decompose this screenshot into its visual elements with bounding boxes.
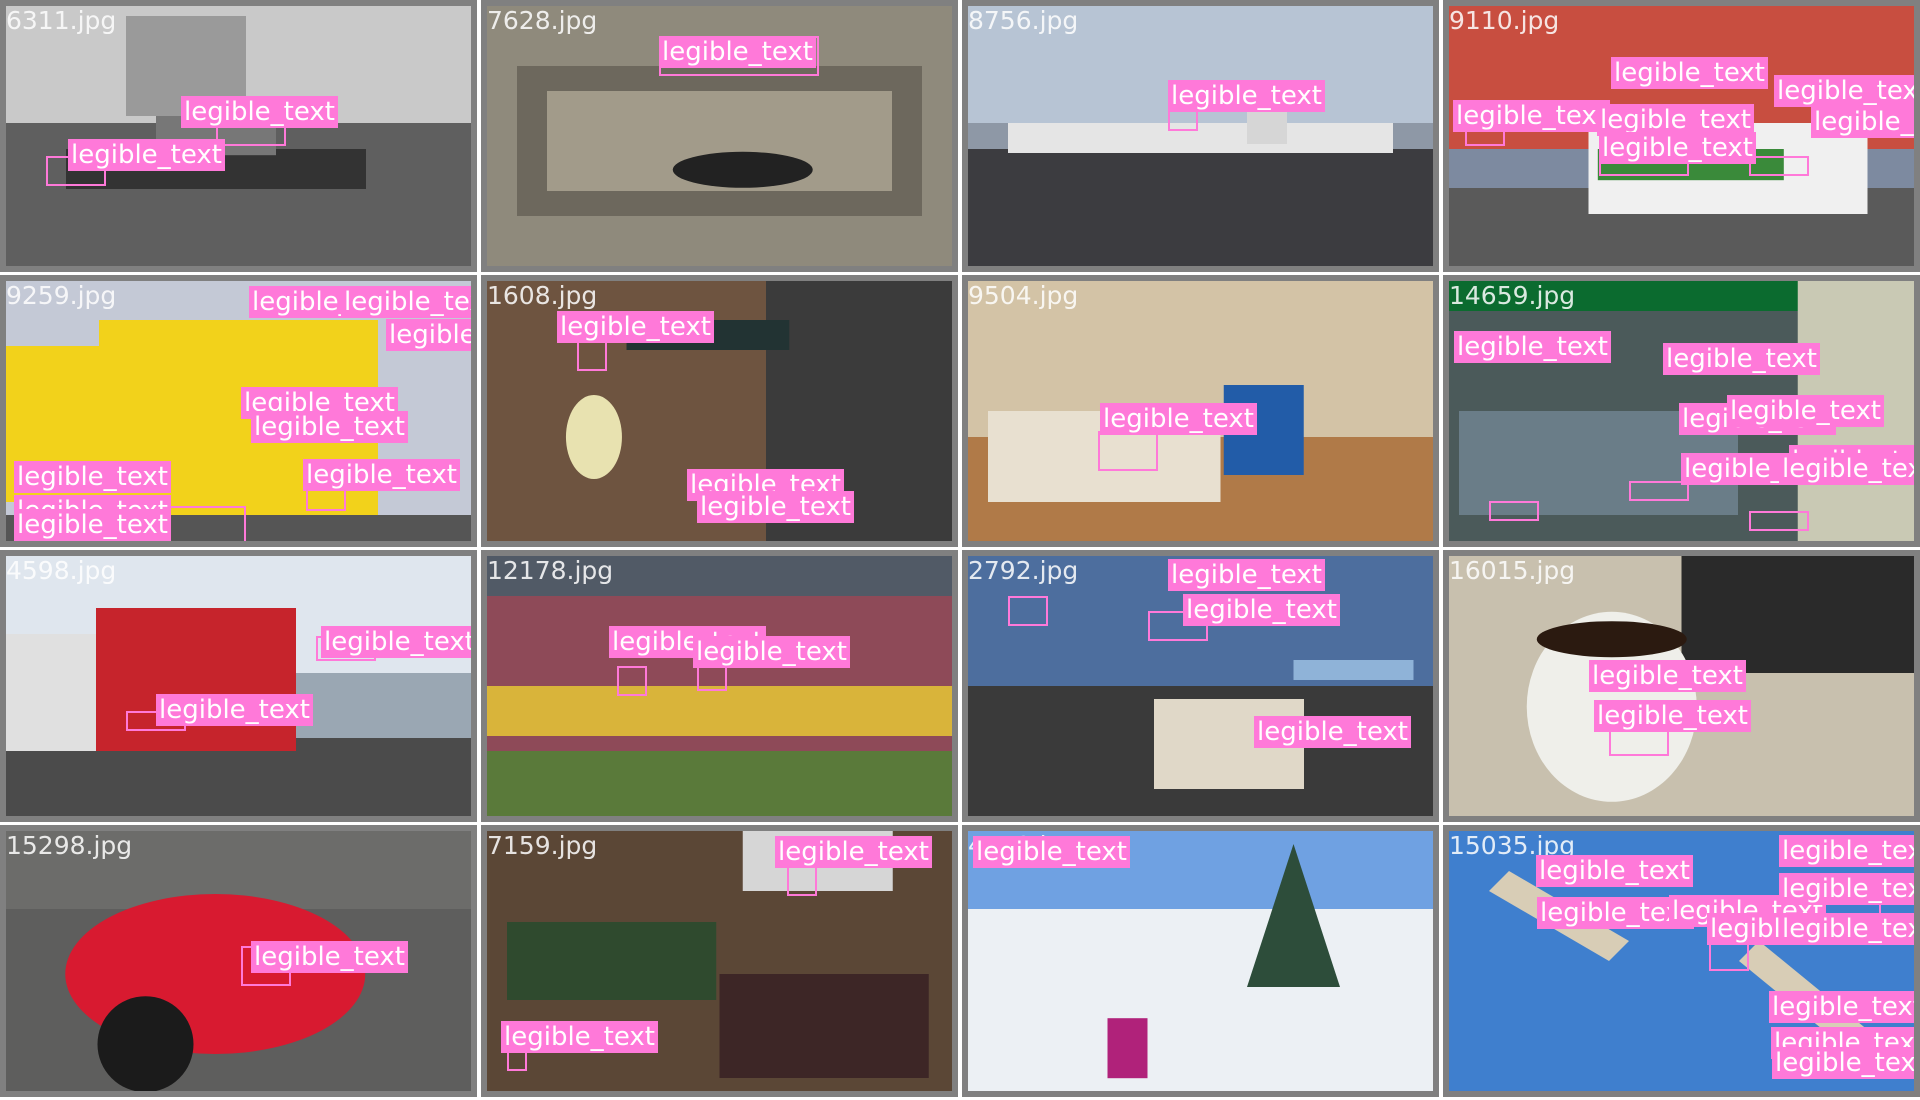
image-tile: 4479.jpglegible_text xyxy=(962,825,1439,1097)
tile-filename: 7159.jpg xyxy=(487,831,598,860)
detection-label: legible_text xyxy=(386,319,471,351)
photo xyxy=(6,556,471,816)
image-tile: 16015.jpg legible_text legible_text xyxy=(1443,550,1920,822)
detection-box xyxy=(1749,511,1809,531)
detection-label: legible_text xyxy=(251,941,408,973)
detection-label: legible_text xyxy=(68,139,225,171)
detection-box xyxy=(617,666,647,696)
detection-label: legible_text xyxy=(557,311,714,343)
detection-label: legible_text xyxy=(341,286,471,318)
detection-label: legible_text xyxy=(1727,395,1884,427)
tile-filename: 9504.jpg xyxy=(968,281,1079,310)
detection-label: legible_text xyxy=(1594,700,1751,732)
image-tile: 6311.jpg legible_text legible_text xyxy=(0,0,477,272)
detection-label: legible_text xyxy=(1774,75,1914,107)
tile-filename: 15298.jpg xyxy=(6,831,133,860)
image-tile: 15298.jpg legible_text xyxy=(0,825,477,1097)
detection-label: legible_text xyxy=(1454,331,1611,363)
tile-filename: 6311.jpg xyxy=(6,6,117,35)
image-tile: 2792.jpg legible_text legible_text legible_… xyxy=(962,550,1439,822)
detection-box xyxy=(787,866,817,896)
detection-label: legible_text xyxy=(1779,913,1914,945)
detection-label: legible_text xyxy=(1453,100,1610,132)
image-tile: 15035.jpg legible_text legible_text legible… xyxy=(1443,825,1920,1097)
detection-label: legible_text xyxy=(1811,106,1914,138)
image-tile: 7159.jpg legible_text legible_text xyxy=(481,825,958,1097)
detection-label: legible_text xyxy=(775,836,932,868)
tile-filename: 7628.jpg xyxy=(487,6,598,35)
detection-label: legible_text xyxy=(697,491,854,523)
image-mosaic: 6311.jpg legible_text legible_text 7628.jpg… xyxy=(0,0,1920,1100)
image-tile: 1608.jpg legible_text legible_text legible_… xyxy=(481,275,958,547)
image-tile: 14659.jpg legible_text legible_text legible… xyxy=(1443,275,1920,547)
detection-label: legible_text xyxy=(156,694,313,726)
image-tile: 9110.jpg legible_text legible_text legible_… xyxy=(1443,0,1920,272)
tile-filename: 9110.jpg xyxy=(1449,6,1560,35)
detection-label: legible_text xyxy=(251,411,408,443)
detection-label: legible_text xyxy=(693,636,850,668)
detection-label: legible_text xyxy=(1168,80,1325,112)
detection-label: legible_text xyxy=(973,836,1130,868)
detection-label: legible_text xyxy=(501,1021,658,1053)
detection-label: legible_text xyxy=(14,461,171,493)
image-tile: 8756.jpg legible_text xyxy=(962,0,1439,272)
detection-label: legible_text xyxy=(14,509,171,541)
tile-filename: 4598.jpg xyxy=(6,556,117,585)
image-tile: 4598.jpg legible_text legible_text xyxy=(0,550,477,822)
detection-label: legible_text xyxy=(303,459,460,491)
detection-label: legible_text xyxy=(1769,991,1914,1023)
detection-box xyxy=(1629,481,1689,501)
detection-label: legible_text xyxy=(1100,403,1257,435)
detection-label: legible_text xyxy=(321,626,471,658)
photo xyxy=(968,831,1433,1091)
photo xyxy=(968,6,1433,266)
detection-label: legible_text xyxy=(659,36,816,68)
detection-label: legible_text xyxy=(1663,343,1820,375)
tile-filename: 9259.jpg xyxy=(6,281,117,310)
tile-filename: 16015.jpg xyxy=(1449,556,1576,585)
detection-box xyxy=(1098,431,1158,471)
image-tile: 9504.jpg legible_text xyxy=(962,275,1439,547)
tile-filename: 12178.jpg xyxy=(487,556,614,585)
image-tile: 9259.jpglegible_textlegible_textlegible_… xyxy=(0,275,477,547)
tile-filename: 8756.jpg xyxy=(968,6,1079,35)
detection-box xyxy=(577,341,607,371)
detection-label: legible_text xyxy=(1168,559,1325,591)
detection-box xyxy=(507,1051,527,1071)
detection-box xyxy=(1438,931,1439,971)
detection-label: legible_text xyxy=(1779,453,1914,485)
detection-label: legible_text xyxy=(1599,132,1756,164)
image-tile: 12178.jpg legible_text legible_text xyxy=(481,550,958,822)
detection-label: legible_text xyxy=(1772,1047,1914,1079)
tile-filename: 14659.jpg xyxy=(1449,281,1576,310)
detection-label: legible_text xyxy=(1589,660,1746,692)
detection-label: legible_text xyxy=(1254,716,1411,748)
detection-label: legible_text xyxy=(1183,594,1340,626)
image-tile: 7628.jpg legible_text xyxy=(481,0,958,272)
tile-filename: 1608.jpg xyxy=(487,281,598,310)
detection-label: legible_text xyxy=(1779,873,1914,905)
detection-box xyxy=(1489,501,1539,521)
detection-label: legible_text xyxy=(1779,835,1914,867)
detection-box xyxy=(1008,596,1048,626)
detection-label: legible_text xyxy=(181,96,338,128)
tile-filename: 2792.jpg xyxy=(968,556,1079,585)
detection-label: legible_text xyxy=(1611,57,1768,89)
detection-box xyxy=(1749,156,1809,176)
detection-label: legible_text xyxy=(1536,855,1693,887)
